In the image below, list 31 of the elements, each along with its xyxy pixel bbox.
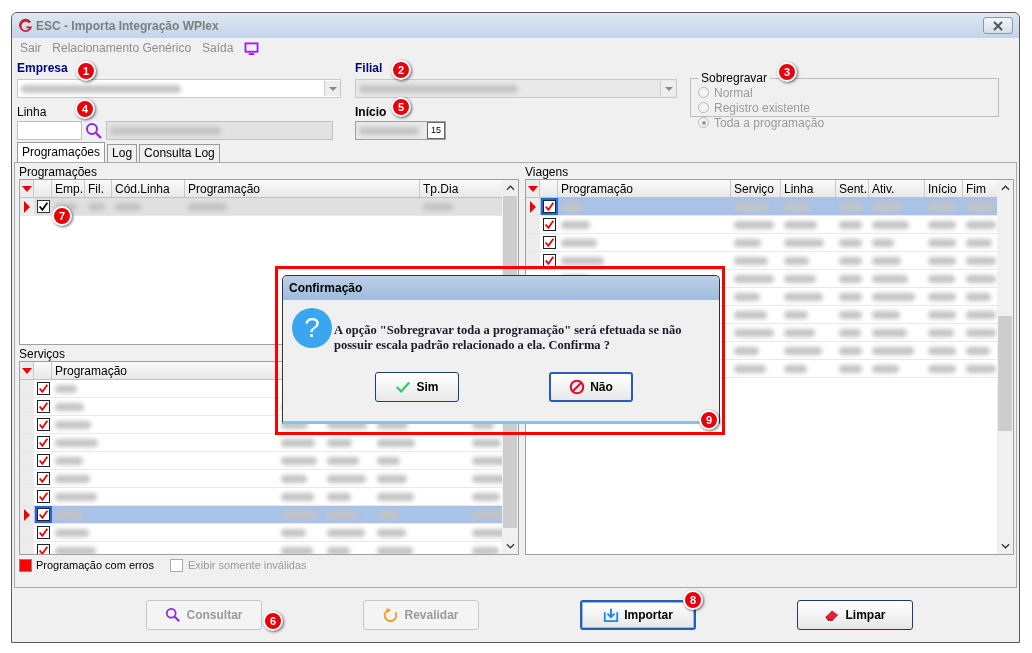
- field-label: Filial: [355, 61, 383, 76]
- dialog-button[interactable]: Não: [549, 372, 633, 402]
- column-header[interactable]: Serviço: [731, 180, 781, 197]
- column-header[interactable]: Linha: [781, 180, 836, 197]
- column-header[interactable]: Emp.: [52, 180, 85, 197]
- column-header[interactable]: Ativ.: [869, 180, 925, 197]
- dialog-message: A opção "Sobregravar toda a programação" será efetuada se não possuir escala padrão relacionado a ela. Confirma ?: [334, 323, 683, 353]
- field-label: Linha: [17, 105, 47, 120]
- section-label: Viagens: [525, 165, 570, 179]
- tab[interactable]: Programações: [17, 142, 106, 162]
- group-title: Sobregravar: [700, 71, 769, 85]
- column-header[interactable]: Início: [925, 180, 963, 197]
- section-label: Programações: [19, 165, 99, 179]
- window-title: ESC - Importa Integração WPlex: [36, 18, 220, 33]
- dialog-button[interactable]: Sim: [375, 372, 459, 402]
- dialog-title: Confirmação: [283, 276, 719, 300]
- field-label: Início: [355, 105, 387, 120]
- calendar-button[interactable]: 15: [427, 122, 445, 139]
- column-header[interactable]: Sent.: [836, 180, 869, 197]
- column-header[interactable]: Programação: [185, 180, 420, 197]
- tab[interactable]: Consulta Log: [139, 144, 220, 162]
- action-button[interactable]: Limpar: [797, 600, 913, 630]
- column-header[interactable]: Fil.: [85, 180, 112, 197]
- column-header[interactable]: Programação: [558, 180, 731, 197]
- column-header[interactable]: Cód.Linha: [112, 180, 185, 197]
- field-label: Empresa: [17, 61, 68, 76]
- section-label: Serviços: [19, 347, 66, 361]
- date-field[interactable]: 15: [355, 121, 446, 140]
- tab[interactable]: Log: [107, 144, 138, 162]
- question-icon: ?: [292, 308, 332, 348]
- legend-label: Programação com erros: [36, 559, 154, 571]
